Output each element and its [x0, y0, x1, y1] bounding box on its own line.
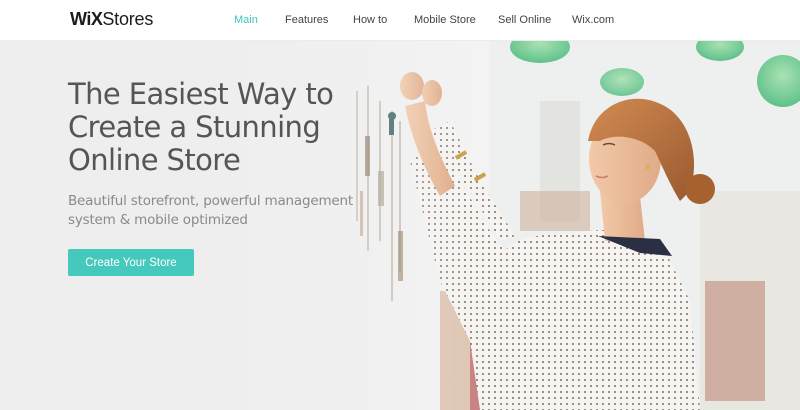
hero-section: The Easiest Way to Create a Stunning Onl…	[0, 41, 800, 410]
hero-subheadline-line: system & mobile optimized	[68, 212, 248, 228]
nav-item-how-to[interactable]: How to	[353, 14, 387, 26]
hero-subheadline-line: Beautiful storefront, powerful managemen…	[68, 193, 353, 209]
create-your-store-button[interactable]: Create Your Store	[68, 249, 194, 276]
hero-headline: The Easiest Way to Create a Stunning Onl…	[68, 78, 368, 177]
main-nav: Main Features How to Mobile Store Sell O…	[222, 0, 614, 40]
hero-headline-line: The Easiest Way to	[68, 77, 334, 111]
logo-stores-text: Stores	[102, 9, 154, 29]
nav-item-main[interactable]: Main	[234, 14, 258, 26]
nav-item-wix-com[interactable]: Wix.com	[572, 14, 614, 26]
nav-item-features[interactable]: Features	[285, 14, 328, 26]
top-navigation-bar: WiX Stores Main Features How to Mobile S…	[0, 0, 800, 41]
logo-wix-text: WiX	[70, 9, 103, 29]
nav-item-sell-online[interactable]: Sell Online	[498, 14, 551, 26]
hero-subheadline: Beautiful storefront, powerful managemen…	[68, 192, 353, 230]
hero-headline-line: Online Store	[68, 143, 241, 177]
wix-stores-logo[interactable]: WiX Stores	[70, 9, 153, 31]
hero-headline-line: Create a Stunning	[68, 110, 321, 144]
nav-item-mobile-store[interactable]: Mobile Store	[414, 14, 476, 26]
